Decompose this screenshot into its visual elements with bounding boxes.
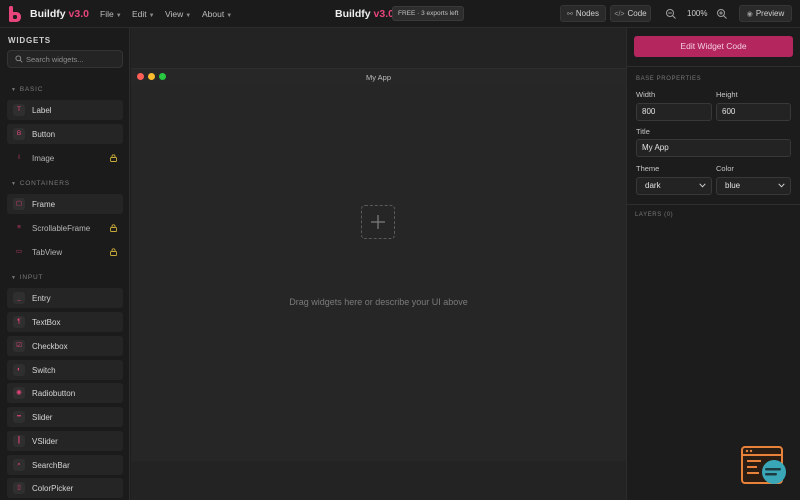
code-button[interactable]: </> Code xyxy=(610,5,651,22)
label-icon: T xyxy=(13,104,25,116)
widget-radiobutton[interactable]: ◉ Radiobutton xyxy=(7,383,123,403)
color-label: Color xyxy=(716,164,734,173)
color-select[interactable]: blue xyxy=(716,177,791,195)
widget-textbox[interactable]: ¶ TextBox xyxy=(7,312,123,332)
sidebar-title: WIDGETS xyxy=(8,36,51,45)
top-bar: Buildfy v3.0 File ▼ Edit ▼ View ▼ About ▼ Bu… xyxy=(0,0,800,28)
eye-icon: ◉ xyxy=(746,11,753,18)
widget-image[interactable]: I Image xyxy=(7,148,123,168)
widgets-sidebar: WIDGETS ▼BASIC TLabel BButton IImage ▼CO… xyxy=(0,28,130,500)
zoom-level: 100% xyxy=(687,9,708,18)
search-icon xyxy=(15,55,23,63)
searchbar-icon: ⌕ xyxy=(13,459,25,471)
plan-badge: FREE · 3 exports left xyxy=(392,6,465,21)
widget-checkbox[interactable]: ☑ Checkbox xyxy=(7,336,123,356)
search-input[interactable] xyxy=(26,52,120,66)
scrollableframe-icon: ≡ xyxy=(17,224,21,231)
base-properties-title: BASE PROPERTIES xyxy=(636,76,702,82)
zoom-in-icon[interactable] xyxy=(716,8,728,20)
preview-button[interactable]: ◉ Preview xyxy=(739,5,792,22)
window-title: My App xyxy=(365,73,391,82)
button-icon: B xyxy=(13,128,25,140)
layers-title: LAYERS (0) xyxy=(635,212,674,218)
widget-entry[interactable]: _ Entry xyxy=(7,288,123,308)
menu-edit[interactable]: Edit ▼ xyxy=(132,9,155,19)
widget-vslider[interactable]: ┃ VSlider xyxy=(7,431,123,451)
chevron-down-icon: ▼ xyxy=(11,181,17,187)
vslider-icon: ┃ xyxy=(13,435,25,447)
lock-icon xyxy=(110,248,117,256)
section-basic[interactable]: ▼ BASIC xyxy=(11,86,43,93)
tabview-icon: ▭ xyxy=(15,248,23,255)
properties-panel: Edit Widget Code BASE PROPERTIES Width 8… xyxy=(626,28,800,500)
lock-icon xyxy=(110,154,117,162)
section-containers[interactable]: ▼ CONTAINERS xyxy=(11,180,70,187)
switch-icon: ◐ xyxy=(13,364,25,376)
theme-value: dark xyxy=(645,181,661,190)
widget-searchbar[interactable]: ⌕ SearchBar xyxy=(7,455,123,475)
width-label: Width xyxy=(636,90,656,99)
theme-select[interactable]: dark xyxy=(636,177,712,195)
widget-colorpicker[interactable]: ▯ ColorPicker xyxy=(7,478,123,498)
menu-file[interactable]: File ▼ xyxy=(100,9,122,19)
chevron-down-icon: ▼ xyxy=(11,275,17,281)
widget-tabview[interactable]: ▭ TabView xyxy=(7,242,123,262)
widget-label[interactable]: T Label xyxy=(7,100,123,120)
widget-frame[interactable]: ▢ Frame xyxy=(7,194,123,214)
height-input[interactable]: 600 xyxy=(716,103,791,121)
title-label: Title xyxy=(636,127,650,136)
drop-hint: Drag widgets here or describe your UI ab… xyxy=(289,297,468,307)
search-box xyxy=(7,50,123,68)
app-root: Buildfy v3.0 File ▼ Edit ▼ View ▼ About ▼ Bu… xyxy=(0,0,800,500)
chevron-down-icon: ▼ xyxy=(115,13,122,19)
frame-icon: ▢ xyxy=(13,198,25,210)
chevron-down-icon: ▼ xyxy=(148,13,155,19)
chevron-down-icon: ▼ xyxy=(226,13,233,19)
design-canvas[interactable]: My App Drag widgets here or describe you… xyxy=(131,28,626,500)
code-icon: </> xyxy=(614,11,625,18)
window-titlebar: My App xyxy=(131,69,626,85)
section-input[interactable]: ▼ INPUT xyxy=(11,274,43,281)
brand-title: Buildfy v3.0 xyxy=(30,8,89,20)
project-title: Buildfy v3.0 xyxy=(335,8,394,20)
divider xyxy=(627,66,800,67)
nodes-button[interactable]: ⚯ Nodes xyxy=(560,5,606,22)
lock-icon xyxy=(110,224,117,232)
chevron-down-icon: ▼ xyxy=(11,87,17,93)
slider-icon: ━ xyxy=(13,411,25,423)
checkbox-icon: ☑ xyxy=(13,340,25,352)
radiobutton-icon: ◉ xyxy=(13,387,25,399)
height-label: Height xyxy=(716,90,738,99)
widget-slider[interactable]: ━ Slider xyxy=(7,407,123,427)
color-value: blue xyxy=(725,181,741,190)
widget-switch[interactable]: ◐ Switch xyxy=(7,360,123,380)
app-window-preview[interactable]: My App Drag widgets here or describe you… xyxy=(131,68,626,461)
widget-button[interactable]: B Button xyxy=(7,124,123,144)
title-input[interactable]: My App xyxy=(636,139,791,157)
nodes-icon: ⚯ xyxy=(567,11,573,18)
width-input[interactable]: 800 xyxy=(636,103,712,121)
chevron-down-icon xyxy=(778,183,785,188)
widget-scrollableframe[interactable]: ≡ ScrollableFrame xyxy=(7,218,123,238)
colorpicker-icon: ▯ xyxy=(13,482,25,494)
divider xyxy=(627,204,800,205)
helper-bot-icon[interactable] xyxy=(741,446,789,488)
entry-icon: _ xyxy=(13,292,25,304)
buildfy-logo-icon xyxy=(9,6,21,22)
menu-about[interactable]: About ▼ xyxy=(202,9,232,19)
edit-widget-code-button[interactable]: Edit Widget Code xyxy=(634,36,793,57)
canvas-footer xyxy=(131,461,626,500)
theme-label: Theme xyxy=(636,164,660,173)
chevron-down-icon: ▼ xyxy=(185,13,192,19)
chevron-down-icon xyxy=(699,183,706,188)
plus-icon xyxy=(371,215,385,229)
menu-view[interactable]: View ▼ xyxy=(165,9,191,19)
drop-zone[interactable] xyxy=(361,205,395,239)
zoom-out-icon[interactable] xyxy=(665,8,677,20)
textbox-icon: ¶ xyxy=(13,316,25,328)
image-icon: I xyxy=(18,154,20,161)
